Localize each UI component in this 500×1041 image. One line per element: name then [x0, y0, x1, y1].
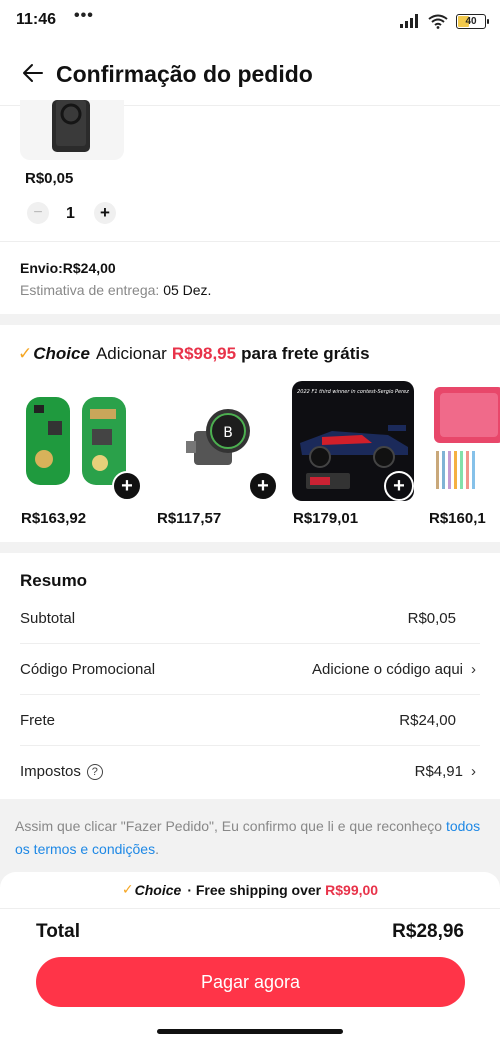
summary-row-promo-code[interactable]: Código Promocional Adicione o código aqu… [20, 644, 480, 695]
add-to-cart-button[interactable]: + [112, 471, 142, 501]
carousel-item-image[interactable]: + [20, 381, 142, 501]
carousel-item-image[interactable]: 2022 F1 third winner in contest-Sergio P… [292, 381, 414, 501]
delivery-estimate-value: 05 Dez. [163, 282, 212, 298]
summary-row-taxes[interactable]: Impostos ? R$4,91 › [20, 746, 480, 797]
carousel-item-price: R$117,57 [157, 510, 222, 527]
carousel-item-price: R$179,01 [293, 510, 359, 527]
summary-value: R$4,91 [414, 763, 463, 780]
checkmark-icon: ✓ [18, 344, 33, 363]
quantity-increase-button[interactable]: + [94, 202, 116, 224]
choice-logo: ✓ Choice [18, 344, 90, 363]
product-price: R$0,05 [25, 170, 74, 187]
page-header: Confirmação do pedido [0, 42, 500, 106]
status-icons: 40 [400, 12, 489, 30]
battery-level: 40 [465, 15, 477, 27]
product-carousel[interactable]: + R$163,92 B + R$117,57 2022 F1 third wi… [0, 381, 500, 541]
carousel-item[interactable]: + R$163,92 [20, 381, 142, 527]
add-to-cart-button[interactable]: + [384, 471, 414, 501]
choice-upsell: ✓ Choice Adicionar R$98,95 para frete gr… [0, 325, 500, 542]
summary-label: Frete [20, 711, 56, 729]
carousel-item-image[interactable]: B + [156, 381, 278, 501]
upsell-prefix: Adicionar [95, 344, 167, 363]
help-icon[interactable]: ? [86, 763, 103, 780]
product-image[interactable] [20, 100, 124, 160]
back-button[interactable] [18, 58, 48, 88]
terms-text: Assim que clicar "Fazer Pedido", Eu conf… [15, 818, 443, 834]
delivery-estimate-label: Estimativa de entrega: [20, 282, 160, 298]
signal-icon [400, 14, 418, 28]
chevron-right-icon: › [471, 660, 476, 678]
summary-value: R$0,05 [407, 609, 456, 627]
home-indicator[interactable] [157, 1029, 343, 1034]
choice-logo: ✓ Choice [121, 881, 182, 898]
free-shipping-banner: ✓ Choice · Free shipping over R$99,00 [0, 881, 500, 898]
upsell-suffix: para frete grátis [241, 344, 370, 363]
page-title: Confirmação do pedido [56, 61, 313, 87]
summary-row-subtotal: Subtotal R$0,05 [20, 593, 480, 644]
carousel-item[interactable]: B + R$117,57 [156, 381, 278, 527]
summary-title: Resumo [20, 571, 88, 590]
carousel-item-image[interactable] [428, 381, 500, 501]
summary-label: Impostos [20, 763, 81, 780]
product-item: R$0,05 − 1 + [0, 100, 500, 242]
total-label: Total [36, 921, 80, 942]
shipping-info: Envio:R$24,00 Estimativa de entrega: 05 … [0, 242, 500, 314]
terms-end: . [155, 841, 159, 857]
terms-notice: Assim que clicar "Fazer Pedido", Eu conf… [15, 815, 490, 861]
product-caption: 2022 F1 third winner in contest-Sergio P… [297, 389, 409, 395]
carousel-item[interactable]: 2022 F1 third winner in contest-Sergio P… [292, 381, 414, 527]
checkout-bar: ✓ Choice · Free shipping over R$99,00 To… [0, 872, 500, 1041]
upsell-amount: R$98,95 [171, 344, 237, 363]
chevron-right-icon: › [471, 763, 476, 780]
quantity-decrease-button[interactable]: − [27, 202, 49, 224]
delivery-estimate: Estimativa de entrega: 05 Dez. [20, 282, 211, 298]
shipping-cost: Envio:R$24,00 [20, 260, 116, 276]
carousel-item-price: R$160,1 [429, 510, 486, 527]
divider [0, 908, 500, 909]
svg-text:B: B [223, 425, 233, 441]
status-dots: ••• [74, 7, 94, 24]
summary-label: Código Promocional [20, 660, 156, 678]
carousel-item[interactable]: R$160,1 [428, 381, 500, 527]
wifi-icon [428, 14, 448, 29]
free-shipping-text: · Free shipping over [187, 881, 322, 898]
free-shipping-amount: R$99,00 [325, 881, 379, 898]
status-time: 11:46 [16, 11, 57, 28]
order-summary: Resumo Subtotal R$0,05 Código Promociona… [0, 553, 500, 799]
arrow-left-icon [23, 64, 43, 82]
battery-icon: 40 [456, 13, 489, 29]
quantity-value: 1 [66, 205, 75, 222]
summary-label: Subtotal [20, 609, 76, 627]
checkmark-icon: ✓ [121, 881, 134, 897]
pay-now-button[interactable]: Pagar agora [36, 957, 465, 1007]
summary-row-shipping: Frete R$24,00 [20, 695, 480, 746]
status-bar: 11:46 ••• 40 [0, 0, 500, 42]
add-to-cart-button[interactable]: + [248, 471, 278, 501]
summary-value: R$24,00 [399, 711, 456, 729]
total-value: R$28,96 [392, 921, 464, 942]
carousel-item-price: R$163,92 [21, 510, 87, 527]
promo-code-link[interactable]: Adicione o código aqui [312, 661, 463, 678]
choice-upsell-heading: ✓ Choice Adicionar R$98,95 para frete gr… [18, 344, 370, 364]
